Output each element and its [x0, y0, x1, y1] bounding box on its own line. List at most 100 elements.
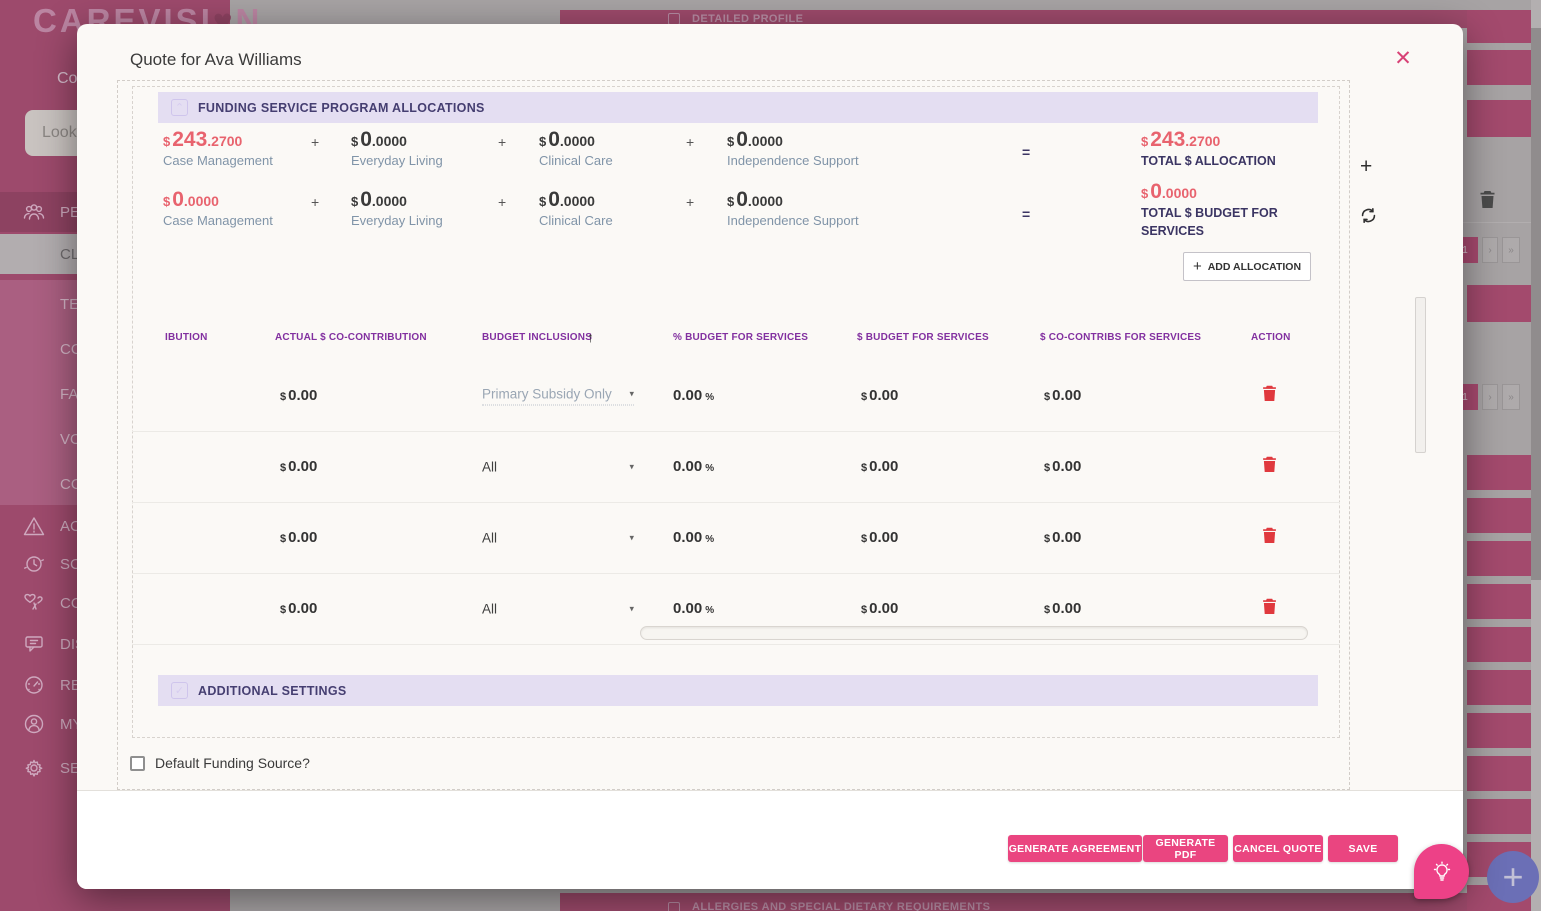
delete-row-button[interactable] [1262, 385, 1277, 407]
equals-operator: = [1022, 144, 1031, 160]
column-header-budget-inclusions[interactable]: BUDGET INCLUSIONS [482, 332, 592, 343]
trash-icon [1262, 385, 1277, 406]
budget-inclusions-dropdown[interactable]: All ▾ [482, 460, 634, 475]
background-block [1467, 285, 1533, 322]
add-funding-source-icon[interactable]: + [1360, 155, 1372, 179]
modal-title: Quote for Ava Williams [130, 50, 302, 69]
pct-budget-cell: 0.00% [673, 600, 715, 617]
allocation-amount: $0.0000 Independence Support [727, 128, 859, 168]
allocation-category-label: Clinical Care [539, 153, 613, 168]
plus-icon: + [1192, 258, 1202, 275]
default-funding-checkbox[interactable] [130, 755, 145, 771]
default-funding-label: Default Funding Source? [155, 755, 310, 771]
collapse-icon[interactable]: ⌃ [171, 99, 188, 116]
plus-operator: + [686, 194, 695, 210]
delete-row-button[interactable] [1262, 598, 1277, 620]
delete-row-button[interactable] [1262, 456, 1277, 478]
table-row: $0.00 Primary Subsidy Only ▾ 0.00% $0.00 $0.0… [132, 361, 1340, 432]
budget-inclusions-dropdown[interactable]: All ▾ [482, 531, 634, 546]
pct-budget-cell: 0.00% [673, 458, 715, 475]
table-row: $0.00 All ▾ 0.00% $0.00 $0.00 [132, 503, 1340, 574]
expand-icon[interactable]: ✓ [171, 682, 188, 699]
background-block [1467, 584, 1533, 619]
budget-for-services-cell: $0.00 [861, 600, 899, 617]
column-header-ibution[interactable]: IBUTION [165, 332, 208, 343]
budget-inclusions-dropdown[interactable]: Primary Subsidy Only ▾ [482, 387, 634, 406]
next-page-button[interactable]: › [1482, 384, 1498, 410]
save-button[interactable]: SAVE [1328, 835, 1398, 862]
cancel-quote-button[interactable]: CANCEL QUOTE [1233, 835, 1323, 862]
allocation-value: $243.2700 [163, 128, 243, 151]
hearts-icon [20, 589, 48, 617]
help-fab-button[interactable] [1414, 844, 1469, 899]
allocation-value: $0.0000 [539, 188, 595, 211]
funding-allocations-section-header[interactable]: ⌃ FUNDING SERVICE PROGRAM ALLOCATIONS [158, 92, 1318, 123]
column-header--budget-for-services[interactable]: % BUDGET FOR SERVICES [673, 332, 808, 343]
funding-table: IBUTION ACTUAL $ CO-CONTRIBUTION BUDGET IN… [132, 329, 1340, 672]
total-value: $0.0000 [1141, 180, 1197, 203]
last-page-button[interactable]: » [1502, 237, 1520, 263]
add-allocation-button[interactable]: + ADD ALLOCATION [1183, 252, 1311, 281]
budget-for-services-cell: $0.00 [861, 458, 899, 475]
allocation-category-label: Everyday Living [351, 213, 443, 228]
plus-operator: + [311, 194, 320, 210]
budget-for-services-cell: $0.00 [861, 387, 899, 404]
total-label: TOTAL $ ALLOCATION [1141, 154, 1276, 168]
gauge-icon [20, 671, 48, 699]
allocation-amount: $0.0000 Independence Support [727, 188, 859, 228]
sidebar-item-label: FA [60, 385, 79, 403]
background-block [1467, 10, 1533, 43]
column-header-action[interactable]: ACTION [1251, 332, 1291, 343]
chevron-down-icon: ▾ [629, 461, 634, 472]
last-page-button[interactable]: » [1502, 384, 1520, 410]
next-page-button[interactable]: › [1482, 237, 1498, 263]
co-contribs-for-services-cell: $0.00 [1044, 458, 1082, 475]
schedule-icon [20, 550, 48, 578]
sidebar-nav-text: Co [57, 70, 78, 87]
total-label: TOTAL $ BUDGET FOR SERVICES [1141, 206, 1278, 239]
budget-inclusions-dropdown[interactable]: All ▾ [482, 602, 634, 617]
column-header--budget-for-services[interactable]: $ BUDGET FOR SERVICES [857, 332, 989, 343]
modal-footer: GENERATE AGREEMENT GENERATE PDF CANCEL QUO… [77, 790, 1463, 889]
trash-icon [1262, 527, 1277, 548]
warning-icon [20, 512, 48, 540]
background-block [1467, 670, 1533, 705]
allocation-total: $0.0000 TOTAL $ BUDGET FOR SERVICES [1141, 180, 1291, 240]
equals-operator: = [1022, 206, 1031, 222]
pct-budget-cell: 0.00% [673, 387, 715, 404]
browser-scrollbar-thumb[interactable] [1531, 28, 1541, 580]
add-fab-button[interactable]: + [1487, 851, 1539, 903]
allocation-value: $0.0000 [539, 128, 595, 151]
background-block [1467, 100, 1533, 137]
chevron-down-icon: ▾ [629, 532, 634, 543]
sort-ascending-icon[interactable]: ↑ [587, 329, 594, 345]
chevron-down-icon: ▾ [629, 388, 634, 399]
generate-pdf-button[interactable]: GENERATE PDF [1143, 835, 1228, 862]
horizontal-scrollbar-thumb[interactable] [640, 626, 1308, 640]
allocation-value: $0.0000 [351, 128, 407, 151]
plus-operator: + [686, 134, 695, 150]
allocation-amount: $0.0000 Clinical Care [539, 128, 613, 168]
allocation-amount: $0.0000 Everyday Living [351, 188, 443, 228]
table-row: $0.00 All ▾ 0.00% $0.00 $0.00 [132, 432, 1340, 503]
background-block [1467, 799, 1533, 834]
column-header--co-contribs-for-services[interactable]: $ CO-CONTRIBS FOR SERVICES [1040, 332, 1201, 343]
background-block [1467, 713, 1533, 748]
co-contribution-cell: $0.00 [280, 529, 318, 546]
additional-settings-section-header[interactable]: ✓ ADDITIONAL SETTINGS [158, 675, 1318, 706]
co-contribution-cell: $0.00 [280, 458, 318, 475]
delete-row-button[interactable] [1262, 527, 1277, 549]
generate-agreement-button[interactable]: GENERATE AGREEMENT [1008, 835, 1142, 862]
pct-budget-cell: 0.00% [673, 529, 715, 546]
vertical-scrollbar-thumb[interactable] [1415, 297, 1426, 453]
refresh-icon[interactable] [1359, 206, 1378, 230]
background-block [1467, 756, 1533, 791]
close-icon[interactable]: ✕ [1389, 44, 1417, 72]
trash-icon [1479, 190, 1496, 214]
allocation-category-label: Independence Support [727, 153, 859, 168]
trash-icon [1262, 598, 1277, 619]
plus-operator: + [311, 134, 320, 150]
allocation-category-label: Clinical Care [539, 213, 613, 228]
allocation-total: $243.2700 TOTAL $ ALLOCATION [1141, 128, 1291, 170]
column-header-actual-co-contribution[interactable]: ACTUAL $ CO-CONTRIBUTION [275, 332, 427, 343]
